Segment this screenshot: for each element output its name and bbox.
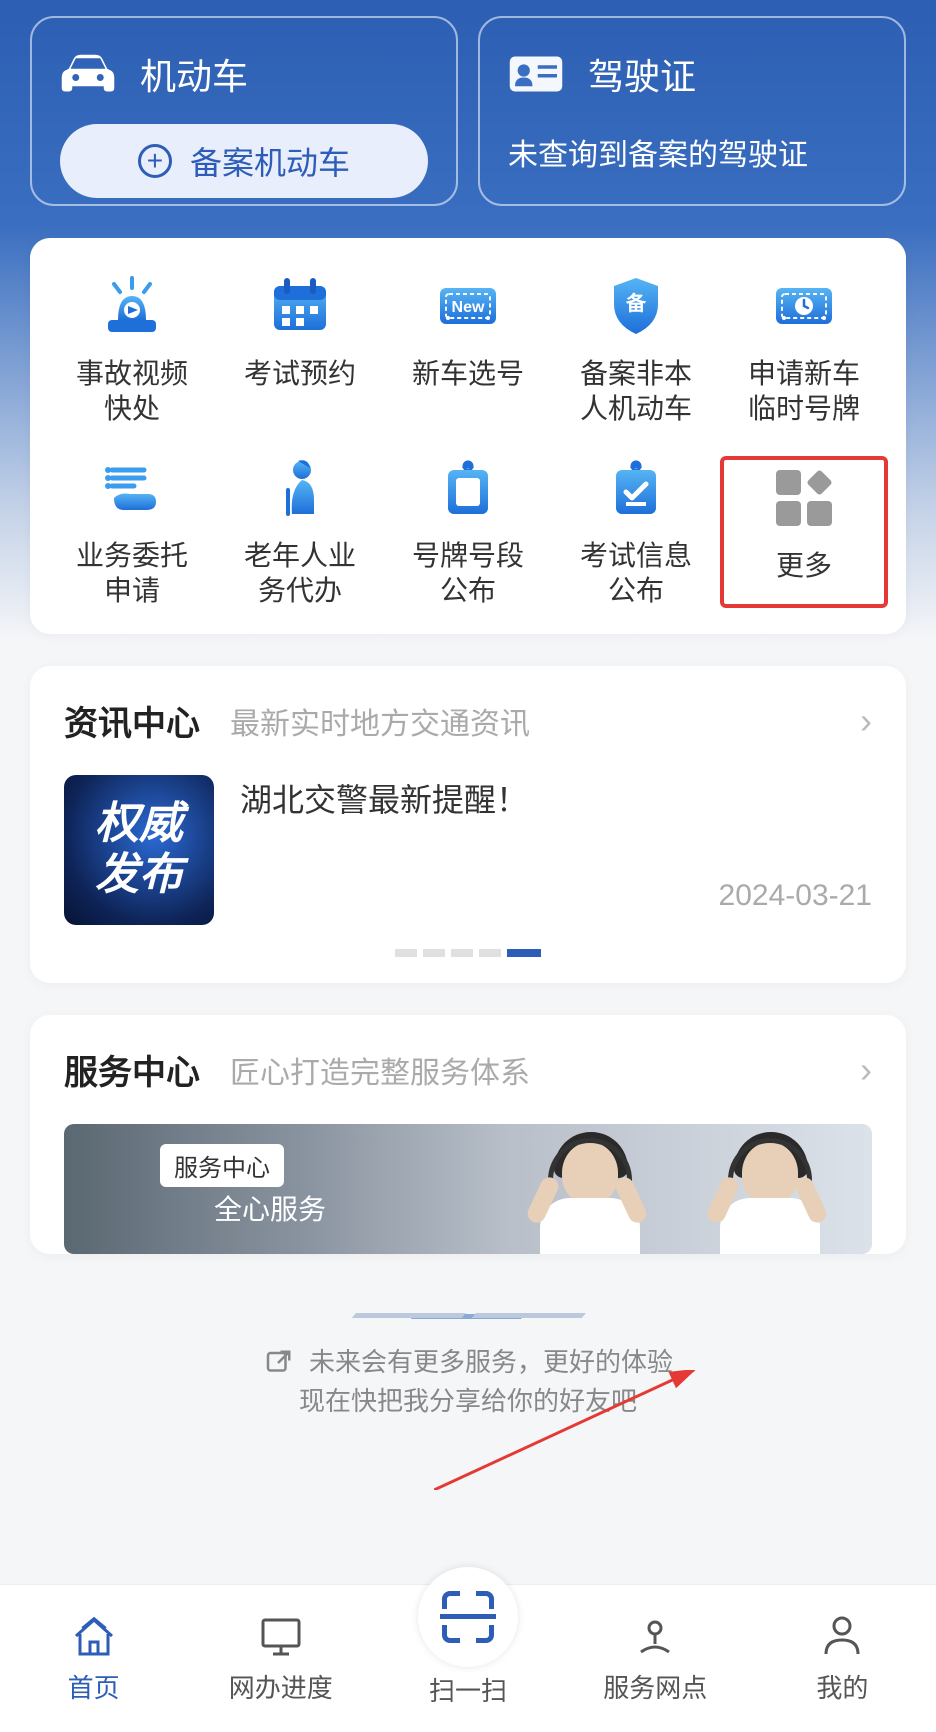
tab-scan[interactable]: 扫一扫: [374, 1609, 561, 1708]
monitor-icon: [257, 1612, 305, 1660]
grid-plate-publish[interactable]: 号牌号段 公布: [384, 456, 552, 608]
clipboard-check-icon: [604, 456, 668, 520]
clock-plate-icon: [772, 274, 836, 338]
grid-more[interactable]: 更多: [720, 456, 888, 608]
news-subtitle: 最新实时地方交通资讯: [230, 699, 830, 743]
tab-home[interactable]: 首页: [0, 1612, 187, 1705]
news-header[interactable]: 资讯中心 最新实时地方交通资讯 ›: [30, 666, 906, 775]
grid-temp-plate[interactable]: 申请新车 临时号牌: [720, 274, 888, 426]
svg-text:New: New: [452, 299, 485, 316]
service-tag: 服务中心: [160, 1144, 284, 1187]
tabbar: 首页 网办进度 扫一扫 服务网点 我的: [0, 1584, 936, 1732]
chevron-right-icon: ›: [860, 700, 872, 742]
news-date: 2024-03-21: [719, 879, 872, 913]
news-title: 资讯中心: [64, 696, 200, 745]
news-item[interactable]: 权威 发布 湖北交警最新提醒！ 2024-03-21: [30, 775, 906, 949]
vehicle-title: 机动车: [140, 48, 248, 100]
plus-icon: +: [138, 144, 172, 178]
person-icon: [818, 1612, 866, 1660]
grid-delegate[interactable]: 业务委托 申请: [48, 456, 216, 608]
scan-icon: [442, 1591, 494, 1643]
grid-elderly[interactable]: 老年人业 务代办: [216, 456, 384, 608]
siren-icon: [100, 274, 164, 338]
grid-exam-info[interactable]: 考试信息 公布: [552, 456, 720, 608]
service-subtitle: 匠心打造完整服务体系: [230, 1048, 830, 1092]
chevron-right-icon: ›: [860, 1049, 872, 1091]
register-vehicle-button[interactable]: + 备案机动车: [60, 124, 428, 198]
service-header[interactable]: 服务中心 匠心打造完整服务体系 ›: [30, 1015, 906, 1124]
clipboard-blank-icon: [436, 456, 500, 520]
license-subtitle: 未查询到备案的驾驶证: [508, 130, 876, 174]
operator-image: [512, 1124, 662, 1254]
car-icon: [60, 52, 116, 96]
service-panel: 服务中心 匠心打造完整服务体系 › 服务中心 全心服务: [30, 1015, 906, 1254]
grid-accident-video[interactable]: 事故视频 快处: [48, 274, 216, 426]
elderly-icon: [268, 456, 332, 520]
grid-exam-book[interactable]: 考试预约: [216, 274, 384, 426]
license-title: 驾驶证: [588, 48, 696, 100]
calendar-icon: [268, 274, 332, 338]
carousel-dots: [30, 949, 906, 983]
footer-teaser: 未来会有更多服务，更好的体验 现在快把我分享给你的好友吧: [30, 1314, 906, 1421]
grid-register-other[interactable]: 备 备案非本 人机动车: [552, 274, 720, 426]
more-icon: [776, 470, 832, 526]
service-title: 服务中心: [64, 1045, 200, 1094]
service-banner[interactable]: 服务中心 全心服务: [64, 1124, 872, 1254]
license-icon: [508, 52, 564, 96]
news-thumbnail: 权威 发布: [64, 775, 214, 925]
home-icon: [70, 1612, 118, 1660]
grid-new-car-number[interactable]: New 新车选号: [384, 274, 552, 426]
tab-branches[interactable]: 服务网点: [562, 1612, 749, 1705]
svg-text:备: 备: [625, 291, 647, 315]
new-plate-icon: New: [436, 274, 500, 338]
shield-icon: 备: [604, 274, 668, 338]
vehicle-card[interactable]: 机动车 + 备案机动车: [30, 16, 458, 206]
license-card[interactable]: 驾驶证 未查询到备案的驾驶证: [478, 16, 906, 206]
operator-image: [692, 1124, 842, 1254]
services-grid: 事故视频 快处: [30, 238, 906, 634]
tab-mine[interactable]: 我的: [749, 1612, 936, 1705]
share-icon: [263, 1348, 293, 1378]
location-icon: [631, 1612, 679, 1660]
tab-progress[interactable]: 网办进度: [187, 1612, 374, 1705]
service-slogan: 全心服务: [214, 1188, 326, 1228]
news-panel: 资讯中心 最新实时地方交通资讯 › 权威 发布 湖北交警最新提醒！ 2024-0…: [30, 666, 906, 983]
hand-list-icon: [100, 456, 164, 520]
